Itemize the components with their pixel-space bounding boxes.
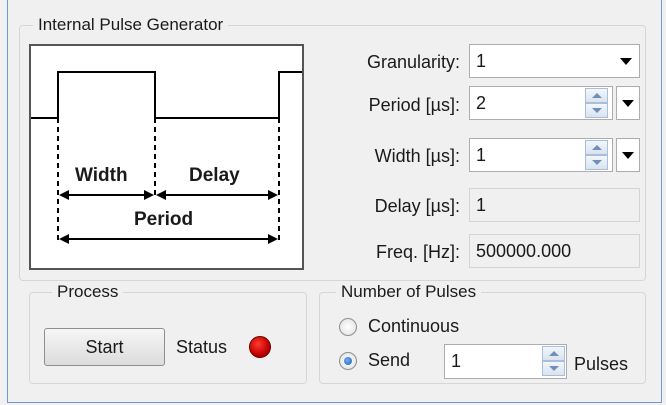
send-count-decrement-button[interactable] (542, 361, 565, 376)
period-value: 2 (476, 93, 487, 113)
width-diagram-label: Width (75, 165, 128, 186)
arrow-down-icon (549, 366, 559, 371)
period-label: Period [µs]: (368, 95, 460, 115)
chevron-down-icon (620, 58, 632, 65)
status-indicator-icon (249, 336, 271, 358)
pulse-timing-diagram: Width Delay Period (29, 44, 304, 270)
arrow-up-icon (592, 145, 602, 150)
width-decrement-button[interactable] (585, 155, 608, 170)
continuous-label[interactable]: Continuous (368, 316, 459, 336)
send-count-value: 1 (451, 351, 462, 371)
delay-diagram-label: Delay (189, 165, 240, 186)
delay-display: 1 (469, 188, 640, 222)
period-increment-button[interactable] (585, 88, 608, 103)
width-label: Width [µs]: (374, 146, 460, 166)
granularity-value: 1 (476, 51, 487, 71)
send-label[interactable]: Send (368, 350, 410, 370)
freq-value: 500000.000 (476, 241, 572, 261)
pulses-units-label: Pulses (574, 354, 629, 374)
width-increment-button[interactable] (585, 140, 608, 155)
send-count-stepper (542, 346, 565, 376)
delay-value: 1 (476, 195, 487, 215)
number-of-pulses-title: Number of Pulses (336, 282, 482, 302)
delay-label: Delay [µs]: (374, 196, 460, 216)
arrow-up-icon (549, 351, 559, 356)
arrow-down-icon (592, 160, 602, 165)
period-unit-dropdown[interactable] (616, 86, 640, 120)
period-diagram-label: Period (134, 209, 194, 230)
period-decrement-button[interactable] (585, 103, 608, 118)
arrow-up-icon (592, 93, 602, 98)
granularity-select[interactable]: 1 (469, 44, 640, 78)
send-count-increment-button[interactable] (542, 346, 565, 361)
start-button[interactable]: Start (44, 328, 165, 366)
chevron-down-icon (622, 100, 634, 107)
pulse-waveform (31, 71, 302, 244)
width-stepper (585, 140, 608, 170)
freq-label: Freq. [Hz]: (375, 242, 460, 262)
chevron-down-icon (622, 152, 634, 159)
period-stepper (585, 88, 608, 118)
start-button-label: Start (85, 337, 124, 357)
status-label: Status (176, 337, 228, 357)
pulse-generator-title: Internal Pulse Generator (33, 15, 229, 35)
continuous-radio[interactable] (339, 318, 357, 336)
arrow-down-icon (592, 108, 602, 113)
process-title: Process (52, 282, 124, 302)
width-unit-dropdown[interactable] (616, 138, 640, 172)
width-value: 1 (476, 145, 487, 165)
granularity-label: Granularity: (366, 52, 460, 72)
send-radio[interactable] (339, 352, 357, 370)
freq-display: 500000.000 (469, 234, 640, 268)
